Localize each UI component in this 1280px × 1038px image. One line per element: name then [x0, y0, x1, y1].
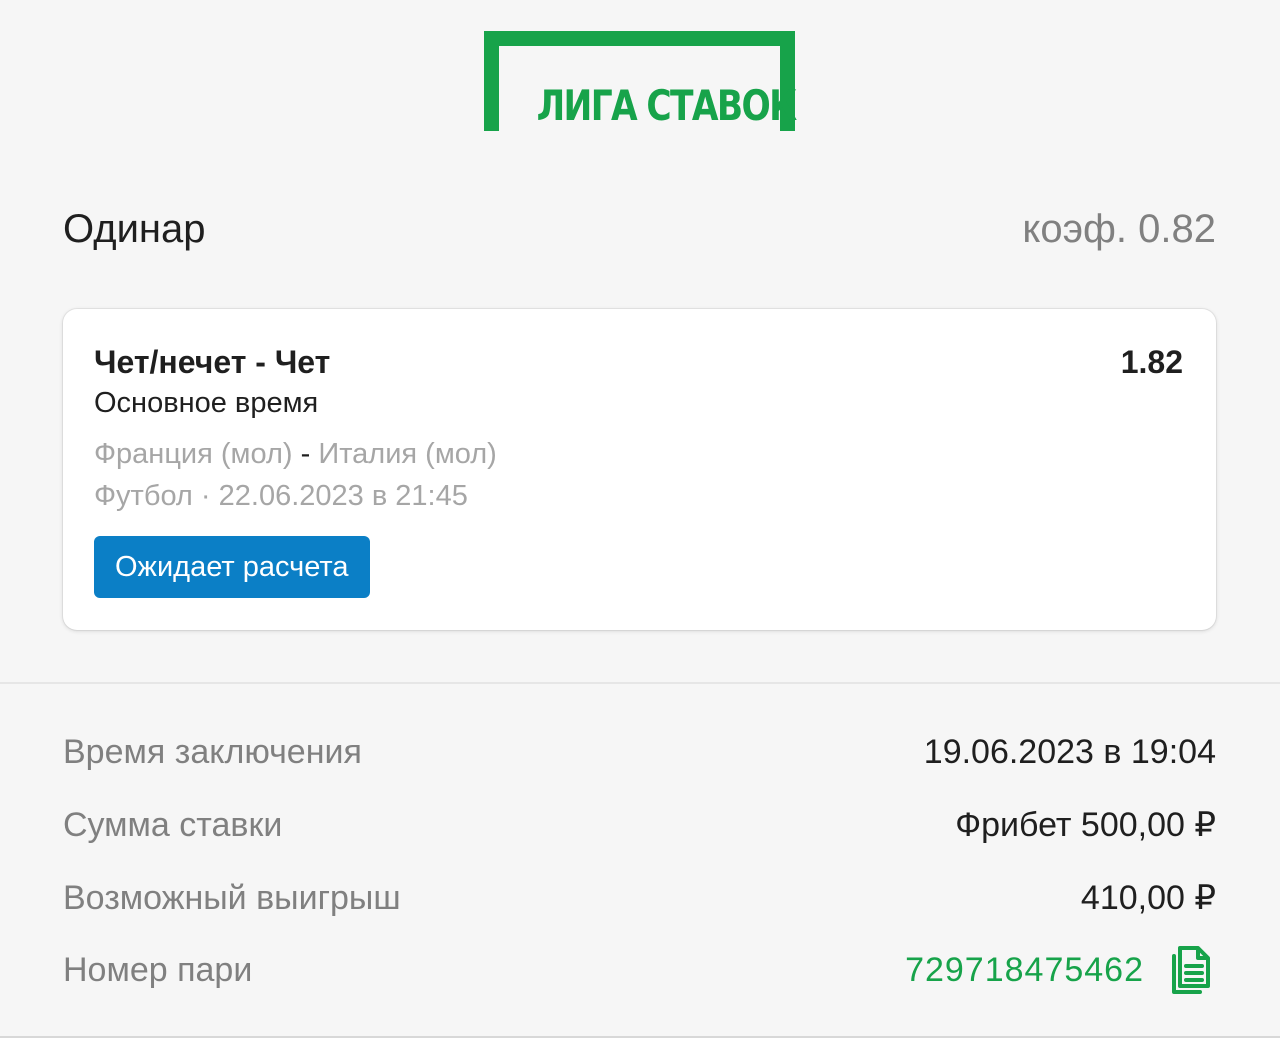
detail-value-time: 19.06.2023 в 19:04 — [923, 733, 1216, 771]
team-home: Франция (мол) — [94, 438, 293, 470]
team-separator: - — [300, 438, 311, 470]
event-teams: Франция (мол) - Италия (мол) — [94, 436, 497, 472]
bet-number-group: 729718475462 — [905, 945, 1216, 995]
event-meta: Футбол · 22.06.2023 в 21:45 — [94, 480, 468, 512]
detail-row-number: Номер пари 729718475462 — [63, 945, 1216, 995]
detail-row-amount: Сумма ставки Фрибет 500,00 ₽ — [63, 800, 1216, 850]
status-badge[interactable]: Ожидает расчета — [94, 536, 370, 598]
detail-row-time: Время заключения 19.06.2023 в 19:04 — [63, 727, 1216, 777]
copy-icon[interactable] — [1164, 944, 1212, 996]
liga-stavok-logo: ЛИГА СТАВОК — [484, 31, 798, 131]
event-odd: 1.82 — [1120, 344, 1183, 380]
team-away: Италия (мол) — [318, 438, 497, 470]
total-coefficient: коэф. 0.82 — [1022, 207, 1216, 251]
detail-label-number: Номер пари — [63, 951, 253, 989]
detail-label-time: Время заключения — [63, 733, 362, 771]
logo-text: ЛИГА СТАВОК — [536, 81, 798, 130]
detail-value-amount: Фрибет 500,00 ₽ — [955, 806, 1216, 844]
bet-number-value[interactable]: 729718475462 — [905, 945, 1144, 995]
event-card: Чет/нечет - Чет 1.82 Основное время Фран… — [63, 309, 1216, 630]
section-divider — [0, 682, 1280, 684]
detail-value-win: 410,00 ₽ — [1080, 879, 1216, 917]
detail-label-amount: Сумма ставки — [63, 806, 283, 844]
bet-type-title: Одинар — [63, 207, 206, 251]
market-name: Чет/нечет - Чет — [94, 344, 331, 380]
event-period: Основное время — [94, 387, 319, 419]
detail-label-win: Возможный выигрыш — [63, 879, 401, 917]
detail-row-win: Возможный выигрыш 410,00 ₽ — [63, 873, 1216, 923]
